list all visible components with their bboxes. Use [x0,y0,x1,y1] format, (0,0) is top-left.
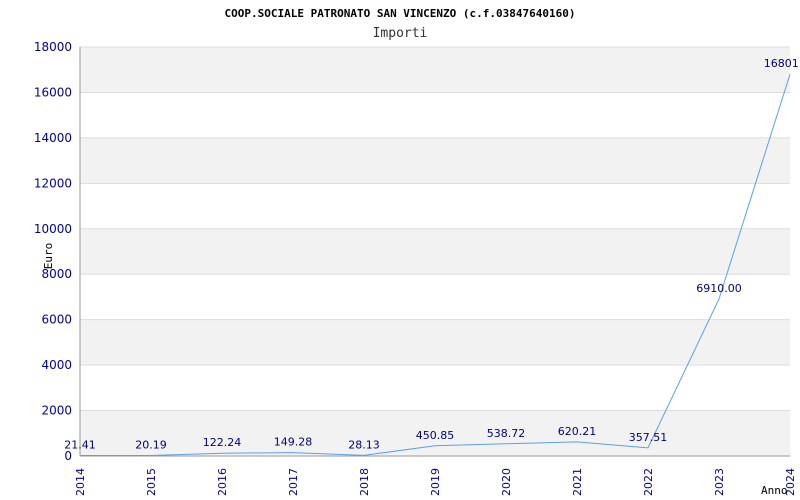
y-tick-label: 16000 [34,85,72,99]
y-tick-label: 14000 [34,131,72,145]
data-label: 122.24 [203,436,242,449]
chart-subtitle: Importi [373,26,428,41]
data-label: 28.13 [348,438,380,451]
x-tick-label: 2018 [358,468,371,496]
x-tick-label: 2023 [713,468,726,496]
x-tick-label: 2014 [74,468,87,496]
x-tick-label: 2015 [145,468,158,496]
y-tick-label: 12000 [34,176,72,190]
data-label: 538.72 [487,427,526,440]
y-tick-label: 10000 [34,222,72,236]
y-tick-label: 2000 [41,404,72,418]
y-tick-label: 6000 [41,313,72,327]
y-tick-label: 18000 [34,40,72,54]
data-label: 450.85 [416,429,455,442]
data-label: 620.21 [558,425,597,438]
data-label: 6910.00 [696,282,742,295]
y-tick-label: 4000 [41,358,72,372]
x-tick-label: 2021 [571,468,584,496]
grid-band [80,319,790,366]
grid-band [80,47,790,93]
y-axis-label: Euro [42,243,55,270]
x-axis-label: Anno [761,484,788,497]
data-label: 21.41 [64,439,96,452]
grid-band [80,228,790,275]
grid-bands [80,47,790,456]
data-label: 20.19 [135,439,167,452]
line-chart: 0200040006000800010000120001400016000180… [34,7,800,497]
x-tick-labels: 2014 2015 2016 2017 2018 2019 2020 2021 2022 2023… [74,468,797,496]
x-tick-label: 2016 [216,468,229,496]
x-tick-label: 2020 [500,468,513,496]
x-tick-label: 2022 [642,468,655,496]
chart-title: COOP.SOCIALE PATRONATO SAN VINCENZO (c.f… [225,7,576,20]
x-tick-label: 2017 [287,468,300,496]
data-label: 149.28 [274,436,313,449]
x-tick-label: 2019 [429,468,442,496]
grid-band [80,137,790,184]
data-label: 16801.77 [764,57,800,70]
data-label: 357.51 [629,431,668,444]
